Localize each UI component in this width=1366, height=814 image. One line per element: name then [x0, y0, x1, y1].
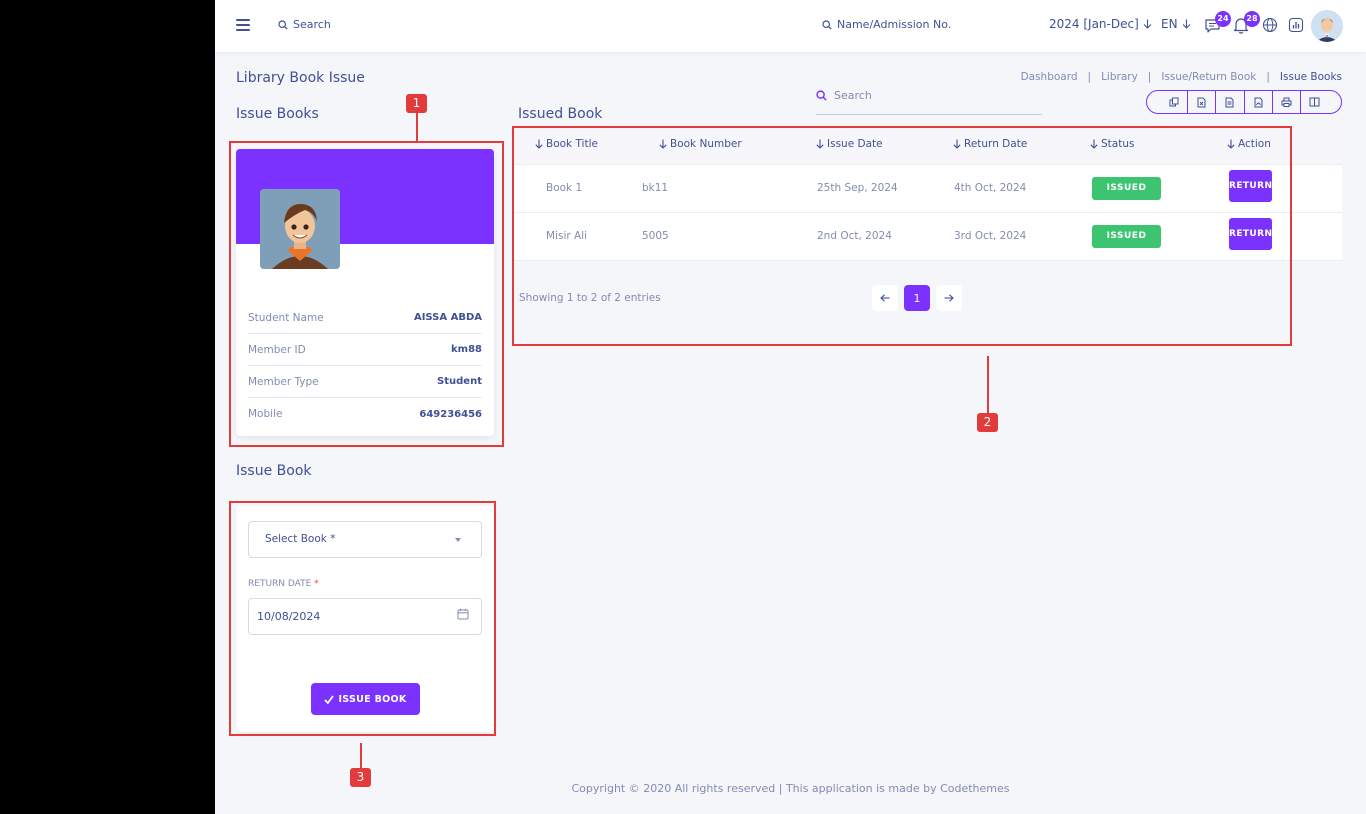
top-search[interactable]: Search: [278, 18, 331, 31]
messages-button[interactable]: 24: [1204, 11, 1231, 35]
annotation-box-2: [512, 126, 1292, 346]
user-avatar-image: [1311, 10, 1343, 42]
pdf-file-icon: [1254, 97, 1263, 107]
session-label: 2024 [Jan-Dec]: [1049, 17, 1139, 31]
csv-file-icon: [1225, 97, 1234, 107]
left-black-area: [0, 0, 215, 814]
name-search-label: Name/Admission No.: [837, 18, 952, 31]
globe-icon: [1262, 17, 1278, 33]
name-admission-search[interactable]: Name/Admission No.: [822, 18, 951, 31]
website-button[interactable]: [1262, 17, 1280, 35]
reports-button[interactable]: [1288, 17, 1306, 35]
breadcrumb-issue-return[interactable]: Issue/Return Book: [1161, 71, 1256, 83]
copy-button[interactable]: [1160, 91, 1189, 113]
columns-button[interactable]: [1301, 91, 1328, 113]
issue-books-heading: Issue Books: [236, 106, 319, 122]
arrow-down-icon: [1143, 19, 1152, 29]
page-title: Library Book Issue: [236, 70, 365, 86]
main-content: Search Name/Admission No. 2024 [Jan-Dec]…: [215, 0, 1366, 814]
messages-badge: 24: [1215, 11, 1231, 27]
top-search-label: Search: [293, 18, 331, 31]
excel-file-icon: [1197, 97, 1206, 107]
search-icon: [278, 19, 288, 30]
excel-button[interactable]: [1188, 91, 1217, 113]
annotation-arrow-3: [360, 743, 362, 768]
export-button-group: [1146, 90, 1342, 114]
annotation-arrow-1: [416, 112, 418, 141]
csv-button[interactable]: [1216, 91, 1245, 113]
notifications-button[interactable]: 28: [1233, 11, 1260, 35]
search-icon: [816, 90, 827, 101]
search-icon: [822, 19, 832, 30]
chart-icon: [1288, 17, 1304, 33]
printer-icon: [1281, 97, 1292, 107]
annotation-label-2: 2: [977, 413, 998, 432]
breadcrumb-separator: |: [1266, 71, 1270, 83]
top-navbar: Search Name/Admission No. 2024 [Jan-Dec]…: [215, 0, 1366, 52]
hamburger-menu-icon[interactable]: [236, 19, 250, 32]
annotation-arrow-2: [987, 356, 989, 413]
table-search-placeholder: Search: [834, 89, 872, 102]
breadcrumb-separator: |: [1147, 71, 1152, 83]
issue-book-heading: Issue Book: [236, 463, 312, 479]
copy-icon: [1169, 97, 1179, 107]
breadcrumb: Dashboard | Library | Issue/Return Book …: [1021, 71, 1342, 83]
breadcrumb-library[interactable]: Library: [1101, 71, 1138, 83]
annotation-box-3: [229, 501, 496, 736]
annotation-box-1: [229, 141, 504, 447]
arrow-down-icon: [1182, 19, 1190, 29]
language-selector[interactable]: EN: [1161, 17, 1191, 31]
pdf-button[interactable]: [1245, 91, 1273, 113]
print-button[interactable]: [1273, 91, 1301, 113]
breadcrumb-issue-books: Issue Books: [1279, 71, 1342, 83]
language-label: EN: [1161, 17, 1178, 31]
columns-icon: [1309, 97, 1320, 107]
table-search-input[interactable]: Search: [816, 87, 1042, 115]
breadcrumb-separator: |: [1087, 71, 1092, 83]
user-avatar[interactable]: [1311, 10, 1343, 42]
issued-book-heading: Issued Book: [518, 106, 603, 122]
footer-copyright: Copyright © 2020 All rights reserved | T…: [571, 782, 1010, 795]
annotation-label-1: 1: [406, 94, 427, 113]
notifications-badge: 28: [1244, 11, 1260, 27]
session-selector[interactable]: 2024 [Jan-Dec]: [1049, 17, 1152, 31]
breadcrumb-dashboard[interactable]: Dashboard: [1021, 71, 1078, 83]
